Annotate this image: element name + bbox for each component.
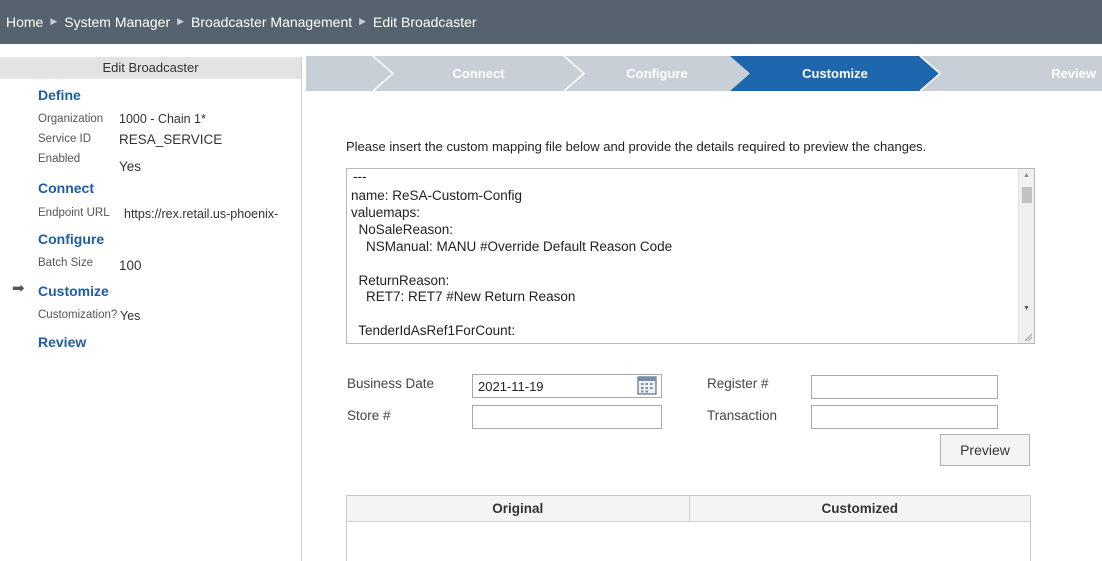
breadcrumb-broadcaster-management[interactable]: Broadcaster Management bbox=[191, 14, 352, 30]
transaction-label: Transaction bbox=[707, 408, 778, 423]
customized-column-header: Customized bbox=[688, 496, 1031, 521]
sidebar-customize-link[interactable]: Customize bbox=[38, 283, 109, 299]
mapping-line: name: ReSA-Custom-Config bbox=[351, 188, 523, 203]
organization-value: 1000 - Chain 1* bbox=[119, 112, 206, 126]
original-column-header: Original bbox=[492, 501, 544, 516]
scrollbar-thumb[interactable] bbox=[1022, 187, 1032, 203]
business-date-input[interactable] bbox=[472, 374, 662, 398]
endpoint-url-value: https://rex.retail.us-phoenix- bbox=[124, 207, 279, 221]
train-step-configure[interactable]: Configure bbox=[584, 56, 730, 91]
sidebar-configure-link[interactable]: Configure bbox=[38, 231, 104, 247]
organization-label: Organization bbox=[38, 113, 104, 125]
breadcrumb-home[interactable]: Home bbox=[6, 14, 43, 30]
resize-grip-icon[interactable] bbox=[1023, 332, 1033, 342]
batch-size-value: 100 bbox=[119, 258, 142, 273]
comparison-table: Original Customized bbox=[346, 495, 1031, 561]
endpoint-url-label: Endpoint URL bbox=[38, 207, 110, 219]
breadcrumb-edit-broadcaster: Edit Broadcaster bbox=[373, 14, 477, 30]
scroll-down-arrow-icon[interactable]: ▼ bbox=[1023, 305, 1030, 312]
wizard-summary-sidebar: Edit Broadcaster Define Organization 100… bbox=[0, 57, 302, 561]
store-label: Store # bbox=[347, 408, 391, 423]
current-step-arrow-icon: ➡ bbox=[12, 280, 25, 297]
breadcrumb-system-manager[interactable]: System Manager bbox=[64, 14, 170, 30]
mapping-line: TenderIdAsRef1ForCount: bbox=[351, 323, 516, 338]
preview-button[interactable]: Preview bbox=[940, 434, 1030, 466]
mapping-line: NoSaleReason: bbox=[351, 222, 454, 237]
register-label: Register # bbox=[707, 376, 769, 391]
textarea-scrollbar[interactable]: ▲ ▼ bbox=[1018, 169, 1034, 343]
calendar-icon[interactable] bbox=[637, 376, 657, 395]
enabled-value: Yes bbox=[119, 159, 142, 174]
service-id-value: RESA_SERVICE bbox=[119, 132, 223, 147]
mapping-line: RET7: RET7 #New Return Reason bbox=[351, 289, 576, 304]
breadcrumb: Home ▶ System Manager ▶ Broadcaster Mana… bbox=[0, 0, 1102, 44]
train-step-customize[interactable]: Customize bbox=[750, 56, 920, 91]
sidebar-connect-link[interactable]: Connect bbox=[38, 180, 94, 196]
mapping-file-textarea[interactable]: --- name: ReSA-Custom-Config valuemaps: … bbox=[346, 168, 1035, 344]
register-input[interactable] bbox=[811, 375, 998, 399]
transaction-input[interactable] bbox=[811, 405, 998, 429]
comparison-table-header: Original Customized bbox=[347, 496, 1030, 522]
mapping-line: --- bbox=[353, 169, 367, 184]
customization-label: Customization? bbox=[38, 309, 118, 321]
batch-size-label: Batch Size bbox=[38, 257, 93, 269]
breadcrumb-separator-icon: ▶ bbox=[177, 15, 185, 26]
enabled-label: Enabled bbox=[38, 153, 81, 165]
breadcrumb-separator-icon: ▶ bbox=[50, 15, 58, 26]
scroll-up-arrow-icon[interactable]: ▲ bbox=[1023, 172, 1030, 179]
instruction-text: Please insert the custom mapping file be… bbox=[346, 139, 927, 154]
wizard-train: Connect Configure Customize Review bbox=[306, 56, 1102, 91]
train-step-connect[interactable]: Connect bbox=[393, 56, 564, 91]
sidebar-review-link[interactable]: Review bbox=[38, 334, 86, 350]
sidebar-define-link[interactable]: Define bbox=[38, 87, 81, 103]
breadcrumb-separator-icon: ▶ bbox=[359, 15, 367, 26]
train-step-review[interactable]: Review bbox=[986, 56, 1096, 91]
sidebar-title: Edit Broadcaster bbox=[0, 57, 301, 79]
mapping-line: valuemaps: bbox=[351, 205, 421, 220]
store-input[interactable] bbox=[472, 405, 662, 429]
customization-value: Yes bbox=[120, 309, 141, 323]
business-date-label: Business Date bbox=[347, 376, 435, 391]
service-id-label: Service ID bbox=[38, 133, 92, 145]
mapping-line: NSManual: MANU #Override Default Reason … bbox=[351, 239, 673, 254]
mapping-line: ReturnReason: bbox=[351, 273, 450, 288]
